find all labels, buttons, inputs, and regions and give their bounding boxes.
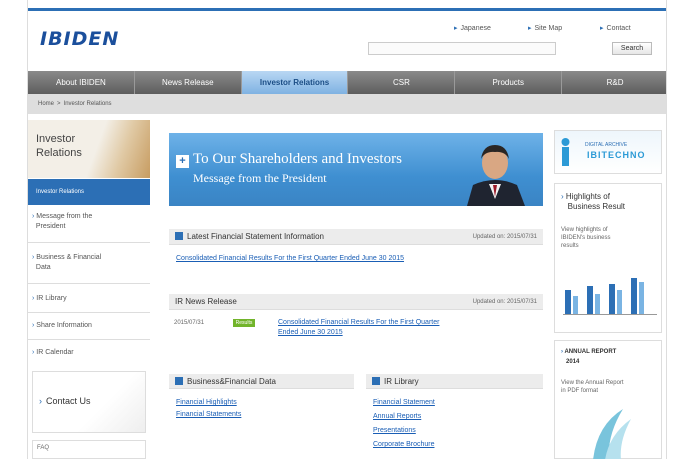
ibitechno-banner[interactable]: DIGITAL ARCHIVE IBITECHNO [554,130,662,174]
highlights-text: View highlights of IBIDEN's business resul… [561,227,611,249]
sidebar-item-ir-library[interactable]: › IR Library [32,294,150,304]
latest-financial-link[interactable]: Consolidated Financial Results For the F… [176,254,404,264]
divider [28,312,150,313]
ibiden-logo[interactable]: IBIDEN [40,28,119,50]
page-frame: IBIDEN ▸ Japanese ▸ Site Map ▸ Contact Sear… [27,0,667,459]
link-financial-statement[interactable]: Financial Statement [373,398,435,408]
latest-updated: Updated on: 2015/07/31 [472,234,537,240]
link-corporate-brochure[interactable]: Corporate Brochure [373,440,434,450]
info-i-icon [561,138,570,166]
ir-news-header: IR News Release Updated on: 2015/07/31 [169,294,543,310]
sidebar-header: Investor Relations [28,120,150,178]
breadcrumb-home[interactable]: Home [38,101,54,107]
breadcrumb-current: Investor Relations [63,101,112,107]
arrow-icon: ▸ [528,25,532,32]
digital-archive-label: DIGITAL ARCHIVE [585,142,628,148]
global-nav: About IBIDEN News Release Investor Relat… [28,71,666,94]
annual-report-box[interactable]: › ANNUAL REPORT 2014 View the Annual Rep… [554,340,662,459]
news-link[interactable]: Consolidated Financial Results For the F… [278,318,538,338]
annual-report-cover-image [593,409,631,459]
highlights-bar-chart-icon [563,278,657,315]
news-date: 2015/07/31 [174,320,205,326]
banner-title: To Our Shareholders and Investors [193,151,402,167]
gnav-rd[interactable]: R&D [562,71,666,94]
link-presentations[interactable]: Presentations [373,426,416,436]
search-input[interactable] [368,42,556,55]
business-financial-header: Business&Financial Data [169,374,354,389]
gnav-news[interactable]: News Release [135,71,242,94]
gnav-products[interactable]: Products [455,71,563,94]
square-bullet-icon [372,377,380,385]
util-link-contact[interactable]: ▸ Contact [600,24,631,32]
latest-financial-header: Latest Financial Statement Information U… [169,229,543,245]
sidebar-item-business-data[interactable]: › Business & Financial Data [32,253,150,273]
news-category-badge: Results [233,319,255,327]
highlights-box[interactable]: › Highlights of Business Result View hig… [554,183,662,333]
square-bullet-icon [175,377,183,385]
sidebar-item-message[interactable]: › Message from the President [32,212,150,232]
util-link-japanese[interactable]: ▸ Japanese [454,24,491,32]
banner-subtitle: Message from the President [193,171,327,185]
sidebar-title: Investor Relations [36,133,82,159]
plus-icon: + [176,155,189,168]
news-updated: Updated on: 2015/07/31 [472,299,537,305]
sidebar-item-share-info[interactable]: › Share Information [32,321,150,331]
util-link-sitemap[interactable]: ▸ Site Map [528,24,562,32]
annual-report-text: View the Annual Report in PDF format [561,380,624,394]
top-accent-bar [28,8,666,11]
divider [28,283,150,284]
highlights-heading: › Highlights of Business Result [561,192,626,211]
gnav-csr[interactable]: CSR [348,71,456,94]
breadcrumb: Home > Investor Relations [28,94,666,114]
president-message-banner[interactable]: + To Our Shareholders and Investors Mess… [169,133,543,206]
sidebar-item-ir-calendar[interactable]: › IR Calendar [32,348,150,358]
link-annual-reports[interactable]: Annual Reports [373,412,421,422]
link-financial-highlights[interactable]: Financial Highlights [176,398,237,408]
gnav-investor-relations[interactable]: Investor Relations [241,71,349,94]
sidebar-item-active[interactable]: Investor Relations [28,179,150,205]
breadcrumb-separator-icon: > [57,101,61,107]
gnav-about[interactable]: About IBIDEN [28,71,135,94]
arrow-icon: ▸ [600,25,604,32]
ir-library-header: IR Library [366,374,543,389]
link-financial-statements[interactable]: Financial Statements [176,410,241,420]
president-photo [467,145,525,206]
ibitechno-label: IBITECHNO [587,150,646,160]
arrow-icon: ▸ [454,25,458,32]
divider [28,339,150,340]
arrow-icon: › [39,396,42,406]
search-button[interactable]: Search [612,42,652,55]
annual-report-heading: › ANNUAL REPORT 2014 [561,349,617,365]
divider [28,242,150,243]
square-bullet-icon [175,232,183,240]
sidebar-bottom-box[interactable]: FAQ [32,440,146,459]
contact-us-box[interactable]: › Contact Us [32,371,146,433]
contact-us-button[interactable]: › Contact Us [39,396,91,406]
